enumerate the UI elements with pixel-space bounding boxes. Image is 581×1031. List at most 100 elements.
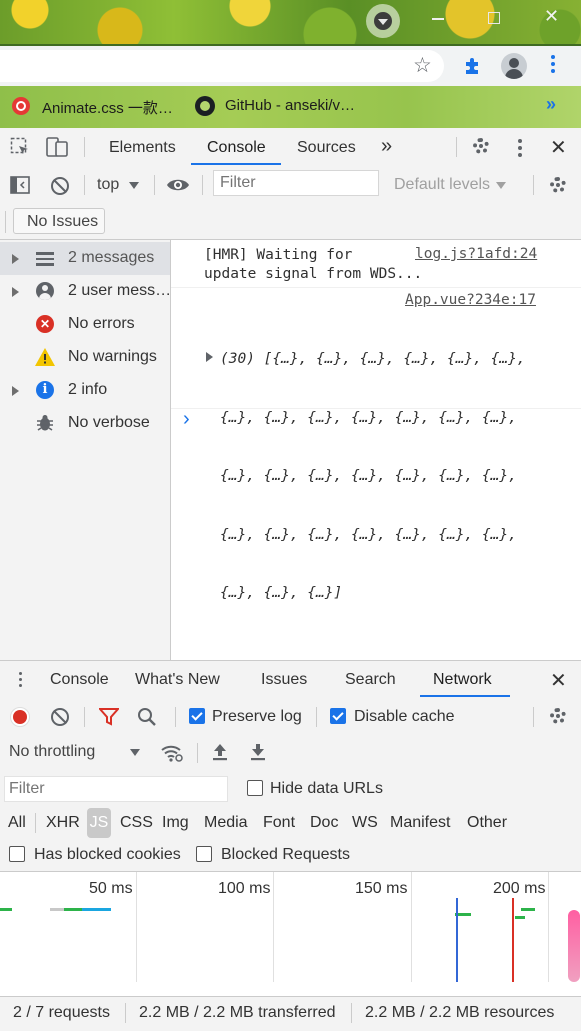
drawer-tab-search[interactable]: Search — [345, 671, 396, 689]
bookmarks-overflow-button[interactable]: » — [546, 94, 556, 115]
blocked-requests-label: Blocked Requests — [221, 846, 350, 863]
drawer-tab-console[interactable]: Console — [50, 671, 109, 689]
message-source-link[interactable]: log.js?1afd:24 — [415, 246, 537, 262]
type-filter-font[interactable]: Font — [263, 814, 295, 832]
expand-array-icon[interactable] — [206, 352, 213, 362]
console-toolbar: top Default levels — [0, 166, 581, 205]
drawer-tab-issues[interactable]: Issues — [261, 671, 307, 689]
transferred-size: 2.2 MB / 2.2 MB transferred — [139, 1004, 336, 1021]
sidebar-item-label: 2 messages — [68, 249, 155, 266]
network-settings-icon[interactable] — [550, 708, 566, 724]
record-button[interactable] — [10, 707, 30, 727]
type-filter-img[interactable]: Img — [162, 814, 189, 832]
sidebar-item-user-messages[interactable]: 2 user mess… — [0, 275, 172, 308]
throttling-select[interactable]: No throttling — [9, 743, 143, 763]
more-options-icon[interactable] — [518, 139, 522, 157]
sidebar-item-warnings[interactable]: No warnings — [0, 341, 170, 374]
import-har-icon[interactable] — [211, 742, 229, 762]
sidebar-item-label: 2 user mess… — [68, 282, 172, 299]
network-filter-area: Hide data URLs All XHR JS CSS Img Media … — [0, 771, 581, 872]
dom-content-loaded-marker — [456, 898, 458, 982]
blocked-cookies-label: Has blocked cookies — [34, 846, 181, 863]
more-tabs-button[interactable]: » — [381, 135, 392, 158]
expand-arrow-icon[interactable] — [12, 254, 19, 264]
restore-icon[interactable] — [488, 12, 500, 24]
log-levels-dropdown[interactable]: Default levels — [394, 176, 512, 196]
type-filter-manifest[interactable]: Manifest — [390, 814, 450, 832]
type-filter-js[interactable]: JS — [87, 808, 111, 838]
bookmark-label: Animate.css 一款… — [42, 100, 173, 117]
network-status-bar: 2 / 7 requests 2.2 MB / 2.2 MB transferr… — [0, 996, 581, 1031]
minimize-icon[interactable] — [432, 18, 444, 20]
tab-sources[interactable]: Sources — [297, 139, 356, 157]
load-event-marker — [512, 898, 514, 982]
sidebar-toggle-icon[interactable] — [10, 176, 30, 194]
type-filter-xhr[interactable]: XHR — [46, 814, 80, 832]
console-settings-icon[interactable] — [550, 177, 566, 193]
profile-dropdown-icon[interactable] — [366, 4, 400, 38]
url-field[interactable] — [0, 50, 444, 82]
sidebar-item-messages[interactable]: 2 messages — [0, 242, 170, 275]
drawer-tab-network[interactable]: Network — [433, 671, 492, 689]
chevron-down-icon — [129, 182, 139, 189]
tab-console[interactable]: Console — [207, 139, 266, 157]
request-bar — [82, 908, 111, 911]
filter-funnel-icon[interactable] — [99, 708, 119, 726]
clear-console-icon[interactable] — [51, 177, 69, 195]
expand-arrow-icon[interactable] — [12, 386, 19, 396]
sidebar-item-errors[interactable]: ✕ No errors — [0, 308, 170, 341]
console-filter-input[interactable] — [213, 170, 379, 196]
type-filter-doc[interactable]: Doc — [310, 814, 338, 832]
timeline-tick-label: 100 ms — [218, 880, 271, 897]
settings-gear-icon[interactable] — [473, 138, 489, 154]
type-filter-all[interactable]: All — [8, 814, 26, 832]
array-preview[interactable]: (30) [{…}, {…}, {…}, {…}, {…}, {…}, {…},… — [220, 311, 526, 643]
context-selector[interactable]: top — [97, 176, 145, 196]
device-toolbar-icon[interactable] — [46, 136, 68, 158]
close-drawer-icon[interactable]: ✕ — [550, 668, 567, 693]
tab-elements[interactable]: Elements — [109, 139, 176, 157]
network-conditions-icon[interactable] — [160, 743, 184, 763]
sidebar-item-label: No errors — [68, 315, 135, 332]
drawer-menu-icon[interactable] — [19, 672, 23, 687]
animate-css-icon — [12, 97, 30, 115]
disable-cache-checkbox[interactable] — [330, 708, 346, 724]
avatar[interactable] — [501, 53, 527, 79]
search-icon[interactable] — [137, 707, 157, 727]
inspect-element-icon[interactable] — [10, 137, 30, 157]
type-filter-ws[interactable]: WS — [352, 814, 378, 832]
sidebar-item-label: 2 info — [68, 381, 108, 398]
console-prompt[interactable]: › — [183, 408, 190, 431]
request-bar — [515, 916, 525, 919]
hide-data-urls-checkbox[interactable] — [247, 780, 263, 796]
type-filter-other[interactable]: Other — [467, 814, 507, 832]
overview-scroll-handle[interactable] — [568, 910, 580, 982]
sidebar-item-verbose[interactable]: No verbose — [0, 407, 170, 440]
timeline-tick-label: 200 ms — [493, 880, 546, 897]
error-icon: ✕ — [36, 315, 54, 333]
drawer-tab-whats-new[interactable]: What's New — [135, 671, 220, 689]
network-throttle-bar: No throttling — [0, 735, 581, 772]
no-issues-button[interactable]: No Issues — [13, 208, 105, 234]
list-icon — [36, 252, 54, 266]
type-filter-media[interactable]: Media — [204, 814, 248, 832]
blocked-requests-checkbox[interactable] — [196, 846, 212, 862]
network-toolbar: Preserve log Disable cache — [0, 698, 581, 736]
clear-log-icon[interactable] — [51, 708, 69, 726]
console-message: [HMR] Waiting for update signal from WDS… — [171, 240, 581, 288]
close-devtools-icon[interactable]: ✕ — [550, 135, 567, 160]
type-filter-css[interactable]: CSS — [120, 814, 153, 832]
network-filter-input[interactable] — [4, 776, 228, 802]
sidebar-item-info[interactable]: i 2 info — [0, 374, 170, 407]
eye-icon[interactable] — [166, 177, 190, 193]
drawer-tab-bar: Console What's New Issues Search Network… — [0, 660, 581, 699]
export-har-icon[interactable] — [249, 742, 267, 762]
bookmark-star-icon[interactable]: ☆ — [413, 53, 432, 78]
close-window-icon[interactable]: ✕ — [544, 7, 560, 25]
message-source-link[interactable]: App.vue?234e:17 — [405, 292, 536, 308]
blocked-cookies-checkbox[interactable] — [9, 846, 25, 862]
chrome-menu-icon[interactable] — [551, 55, 555, 73]
expand-arrow-icon[interactable] — [12, 287, 19, 297]
preserve-log-checkbox[interactable] — [189, 708, 205, 724]
extensions-icon[interactable] — [463, 56, 483, 76]
